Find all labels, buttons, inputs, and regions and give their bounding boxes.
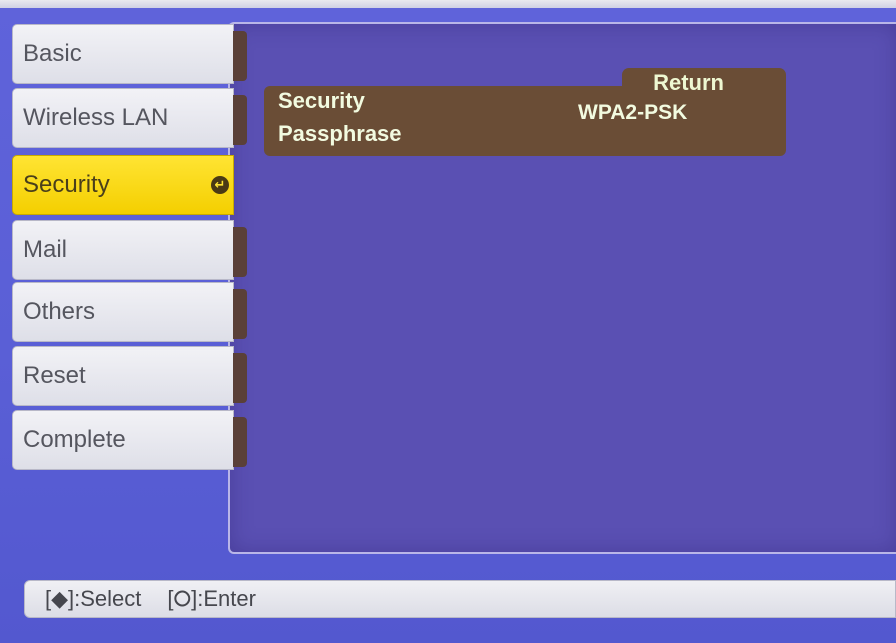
menu-item-wireless-lan[interactable]: Wireless LAN [12, 88, 247, 148]
enter-icon: ↵ [211, 176, 229, 194]
enter-hint: [⭘]:Enter [167, 586, 256, 611]
menu-item-label: Complete [23, 426, 126, 453]
select-hint: [◆]:Select [45, 586, 142, 611]
security-setting-value[interactable]: WPA2-PSK [578, 101, 687, 125]
menu-item-others[interactable]: Others [12, 282, 247, 342]
menu-item-security[interactable]: Security ↵ [12, 155, 234, 215]
return-button[interactable]: Return [622, 68, 786, 98]
menu-item-label: Reset [23, 362, 86, 389]
menu-item-label: Security [23, 171, 110, 198]
menu-item-mail[interactable]: Mail [12, 220, 247, 280]
menu-item-label: Wireless LAN [23, 104, 169, 131]
menu-item-basic[interactable]: Basic [12, 24, 247, 84]
menu-item-reset[interactable]: Reset [12, 346, 247, 406]
security-setting-label[interactable]: Security [278, 88, 365, 114]
passphrase-setting-label[interactable]: Passphrase [278, 121, 402, 147]
menu-item-complete[interactable]: Complete [12, 410, 247, 470]
help-bar: [◆]:Select [⭘]:Enter [24, 580, 896, 618]
menu-item-label: Basic [23, 40, 82, 67]
menu-item-label: Others [23, 298, 96, 325]
menu-item-label: Mail [23, 236, 68, 263]
screen-top-edge [0, 0, 896, 8]
